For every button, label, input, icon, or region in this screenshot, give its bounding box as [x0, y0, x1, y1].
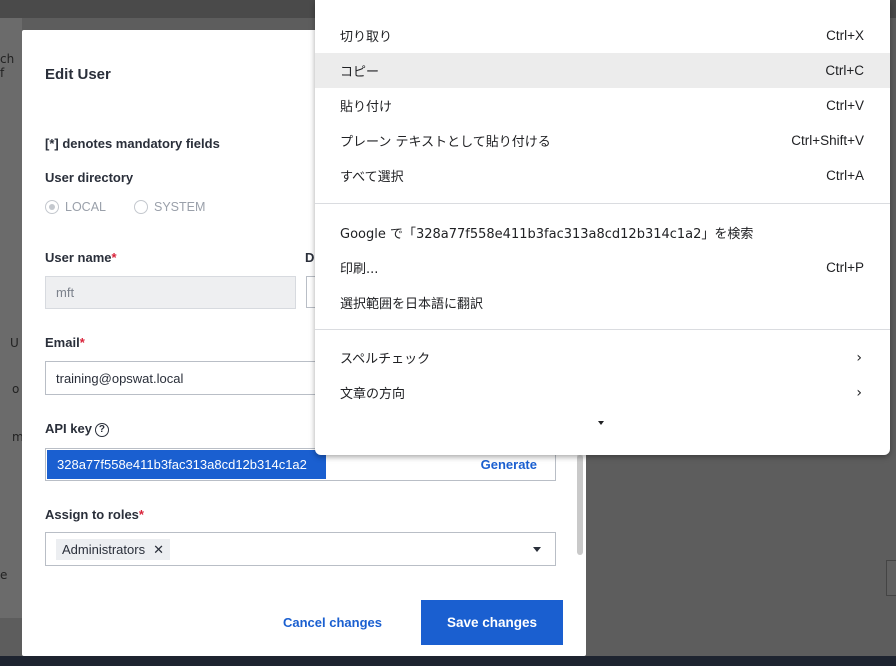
- menu-item-label: プレーン テキストとして貼り付ける: [340, 135, 551, 150]
- api-key-label: API key?: [45, 421, 109, 437]
- email-field[interactable]: training@opswat.local: [45, 361, 325, 395]
- required-mark: *: [79, 335, 85, 350]
- user-name-field[interactable]: mft: [45, 276, 296, 309]
- email-label-text: Email: [45, 335, 80, 350]
- menu-item-shortcut: Ctrl+A: [826, 168, 864, 183]
- background-header-fragment: U: [10, 336, 19, 350]
- radio-local-label: LOCAL: [65, 200, 106, 214]
- help-icon[interactable]: ?: [94, 422, 109, 437]
- user-name-value: mft: [56, 285, 75, 300]
- menu-item-label: すべて選択: [340, 170, 404, 185]
- dialog-scrollbar-thumb[interactable]: [577, 455, 583, 555]
- user-name-label-text: User name: [45, 250, 112, 265]
- cancel-changes-button[interactable]: Cancel changes: [270, 602, 395, 642]
- menu-item-shortcut: Ctrl+X: [826, 28, 864, 43]
- menu-item-label: 切り取り: [340, 30, 393, 45]
- menu-item-label: 印刷...: [340, 262, 379, 277]
- api-key-selected-text[interactable]: 328a77f558e411b3fac313a8cd12b314c1a2: [47, 450, 326, 479]
- menu-item-translate[interactable]: 選択範囲を日本語に翻訳: [315, 285, 890, 320]
- taskbar-strip: [0, 656, 896, 666]
- submenu-chevron-icon: ›: [856, 349, 862, 366]
- role-chip: Administrators ✕: [56, 539, 170, 560]
- menu-item-text-direction[interactable]: 文章の方向 ›: [315, 375, 890, 410]
- role-chip-label: Administrators: [62, 542, 146, 557]
- menu-item-spellcheck[interactable]: スペルチェック ›: [315, 340, 890, 375]
- background-left-column: ch f U o m e: [0, 18, 24, 618]
- email-value: training@opswat.local: [56, 370, 184, 386]
- roles-label-text: Assign to roles: [45, 507, 139, 522]
- menu-item-paste[interactable]: 貼り付け Ctrl+V: [315, 88, 890, 123]
- background-text-fragment: e: [0, 568, 8, 582]
- user-directory-radio-group: LOCAL SYSTEM: [45, 200, 205, 214]
- dialog-title: Edit User: [45, 66, 111, 83]
- remove-role-icon[interactable]: ✕: [153, 542, 164, 558]
- menu-item-paste-plain[interactable]: プレーン テキストとして貼り付ける Ctrl+Shift+V: [315, 123, 890, 158]
- generate-api-key-button[interactable]: Generate: [481, 457, 537, 472]
- menu-item-print[interactable]: 印刷... Ctrl+P: [315, 250, 890, 285]
- email-label: Email*: [45, 335, 85, 350]
- user-name-label: User name*: [45, 250, 117, 265]
- menu-separator: [315, 203, 890, 204]
- menu-item-label: スペルチェック: [340, 352, 431, 367]
- save-changes-button[interactable]: Save changes: [421, 600, 563, 645]
- menu-item-shortcut: Ctrl+Shift+V: [791, 133, 864, 148]
- radio-system-label: SYSTEM: [154, 200, 206, 214]
- background-search-fragment: ch f: [0, 52, 15, 80]
- menu-item-google-search[interactable]: Google で「328a77f558e411b3fac313a8cd12b31…: [315, 215, 890, 250]
- menu-item-label: Google で「328a77f558e411b3fac313a8cd12b31…: [340, 227, 754, 242]
- roles-select[interactable]: Administrators ✕: [45, 532, 556, 566]
- menu-separator: [315, 329, 890, 330]
- menu-item-copy[interactable]: コピー Ctrl+C: [315, 53, 890, 88]
- display-name-label: D: [305, 250, 315, 265]
- menu-item-cut[interactable]: 切り取り Ctrl+X: [315, 18, 890, 53]
- user-directory-label: User directory: [45, 170, 134, 185]
- roles-label: Assign to roles*: [45, 507, 144, 522]
- radio-local[interactable]: [45, 200, 59, 214]
- submenu-chevron-icon: ›: [856, 384, 862, 401]
- menu-item-label: 文章の方向: [340, 387, 406, 402]
- required-mark: *: [138, 507, 144, 522]
- context-menu: 切り取り Ctrl+X コピー Ctrl+C 貼り付け Ctrl+V プレーン …: [315, 0, 890, 455]
- background-control: [886, 560, 896, 596]
- menu-item-label: 選択範囲を日本語に翻訳: [340, 297, 484, 312]
- required-mark: *: [111, 250, 117, 265]
- menu-item-label: コピー: [340, 65, 380, 80]
- menu-item-shortcut: Ctrl+C: [825, 63, 864, 78]
- menu-item-shortcut: Ctrl+V: [826, 98, 864, 113]
- background-row-fragment: o: [12, 382, 20, 396]
- api-key-label-text: API key: [45, 421, 92, 436]
- radio-system[interactable]: [134, 200, 148, 214]
- menu-item-label: 貼り付け: [340, 100, 393, 115]
- menu-item-select-all[interactable]: すべて選択 Ctrl+A: [315, 158, 890, 193]
- menu-more-arrow-icon[interactable]: [598, 421, 604, 425]
- mandatory-note: [*] denotes mandatory fields: [45, 136, 220, 151]
- menu-item-shortcut: Ctrl+P: [826, 260, 864, 275]
- dropdown-caret-icon[interactable]: [533, 547, 541, 552]
